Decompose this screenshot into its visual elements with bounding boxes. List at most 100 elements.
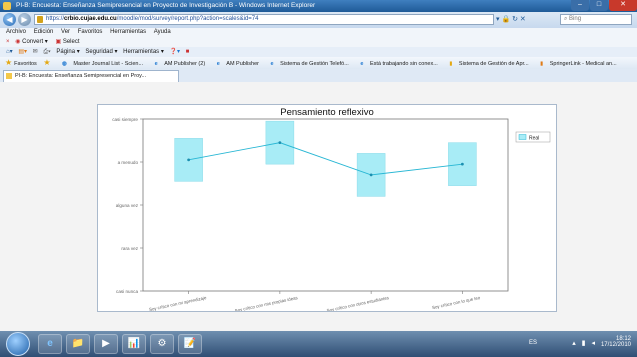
taskbar: e 📁 ▶ 📊 ⚙ 📝 ES ▴ ▮ ◂ 18:12 17/12/2010 [0, 331, 637, 357]
menu-archivo[interactable]: Archivo [6, 29, 26, 35]
command-bar: ⌂▾ ▤▾ ✉ ⎙▾ Página ▾ Seguridad ▾ Herramie… [0, 47, 637, 57]
menu-herramientas[interactable]: Herramientas [110, 29, 146, 35]
favorite-link-6[interactable]: ▮ Sistema de Gestión de Apr... [444, 61, 528, 67]
select-icon: ▣ [55, 39, 62, 45]
favorite-link-label: Master Journal List - Scien... [73, 61, 144, 67]
chart-panel: casi nunca rara vez alguna vez a menudo casi… [97, 104, 557, 312]
start-button[interactable] [6, 332, 30, 356]
taskbar-chart-icon[interactable]: 📊 [122, 334, 146, 354]
minimize-button[interactable]: – [571, 0, 589, 11]
clock-date: 17/12/2010 [600, 342, 631, 348]
language-indicator[interactable]: ES [529, 340, 537, 346]
taskbar-ie-icon[interactable]: e [38, 334, 62, 354]
ie-icon: e [154, 61, 160, 67]
convert-button[interactable]: Convert [22, 39, 43, 45]
select-button[interactable]: Select [63, 39, 80, 45]
favorite-link-7[interactable]: ▮ SpringerLink - Medical an... [535, 61, 617, 67]
url-prefix: https:// [46, 16, 65, 22]
url-host: crbio.cujae.edu.cu [64, 16, 117, 22]
favorite-link-3[interactable]: e AM Publisher [212, 61, 259, 67]
favorite-link-label: Sistema de Gestión Telefó... [280, 61, 349, 67]
search-input[interactable]: ⌕ Bing [560, 14, 632, 25]
tab-icon [6, 73, 12, 79]
x-tick-label: Soy crítico con otros estudiantes [326, 295, 390, 311]
menu-ayuda[interactable]: Ayuda [154, 29, 171, 35]
menu-ver[interactable]: Ver [61, 29, 70, 35]
clock[interactable]: 18:12 17/12/2010 [601, 331, 631, 357]
ie-icon: e [360, 61, 365, 67]
security-menu[interactable]: Seguridad ▾ [85, 49, 117, 55]
tab-bar: PI-B: Encuesta: Enseñanza Semipresencial… [0, 69, 637, 83]
favorite-link-label: Está trabajando sin conex... [369, 61, 438, 67]
addon-icon[interactable]: ■ [186, 49, 190, 55]
favorite-link-label: AM Publisher [226, 61, 259, 67]
tools-menu[interactable]: Herramientas ▾ [123, 49, 164, 55]
address-bar[interactable]: https://crbio.cujae.edu.cu/moodle/mod/su… [34, 14, 494, 25]
print-icon[interactable]: ⎙▾ [43, 49, 50, 55]
tab-label: PI-B: Encuesta: Enseñanza Semipresencial… [15, 73, 147, 79]
window-title-bar: PI-B: Encuesta: Enseñanza Semipresencial… [0, 0, 637, 12]
favorite-link-label: AM Publisher (2) [164, 61, 206, 67]
legend-label: Real [529, 135, 539, 141]
site-icon [37, 16, 43, 23]
ie-icon: e [270, 61, 276, 67]
data-point [187, 158, 191, 162]
link-icon: ◍ [62, 61, 69, 67]
forward-button[interactable]: ▶ [18, 13, 31, 26]
maximize-button[interactable]: □ [590, 0, 608, 11]
favorite-link-5[interactable]: e Está trabajando sin conex... [355, 61, 437, 67]
page-content: casi nunca rara vez alguna vez a menudo casi… [0, 82, 637, 331]
taskbar-editor-icon[interactable]: 📝 [178, 334, 202, 354]
survey-chart: casi nuncarara vezalguna veza menudocasi… [112, 117, 551, 311]
x-tick-label: Soy crítico con mis propias ideas [234, 295, 299, 311]
tab-encuesta[interactable]: PI-B: Encuesta: Enseñanza Semipresencial… [3, 70, 179, 82]
window-controls: – □ ✕ [570, 0, 637, 12]
navigation-bar: ◀ ▶ https://crbio.cujae.edu.cu/moodle/mo… [0, 12, 637, 28]
close-toolbar-icon[interactable]: × [6, 39, 10, 45]
favorites-star-icon[interactable]: ★ [5, 58, 12, 67]
help-icon[interactable]: ❓▾ [170, 49, 180, 55]
springer-icon: ▮ [540, 61, 545, 67]
mail-icon[interactable]: ✉ [33, 49, 38, 55]
add-favorite-icon[interactable]: ★ [43, 58, 50, 67]
page-menu[interactable]: Página ▾ [56, 49, 79, 55]
taskbar-explorer-icon[interactable]: 📁 [66, 334, 90, 354]
favorite-link-2[interactable]: e AM Publisher (2) [150, 61, 206, 67]
favorite-link-label: Sistema de Gestión de Apr... [458, 61, 529, 67]
data-point [278, 141, 282, 145]
ie-icon: e [216, 61, 222, 67]
y-tick-label: rara vez [121, 246, 138, 251]
menu-bar: Archivo Edición Ver Favoritos Herramient… [0, 28, 637, 37]
folder-icon: ▮ [449, 61, 454, 67]
y-tick-label: a menudo [118, 160, 139, 165]
tray-icons[interactable]: ▴ ▮ ◂ [572, 339, 597, 347]
data-point [460, 162, 464, 166]
home-icon[interactable]: ⌂▾ [6, 49, 13, 55]
window-title: PI-B: Encuesta: Enseñanza Semipresencial… [16, 2, 316, 9]
app-icon [3, 2, 11, 10]
y-tick-label: casi nunca [116, 289, 138, 294]
favorites-bar: ★ Favoritos ★ ◍ Master Journal List - Sci… [0, 57, 637, 69]
feeds-icon[interactable]: ▤▾ [18, 49, 27, 55]
menu-favoritos[interactable]: Favoritos [78, 29, 103, 35]
x-tick-label: Soy crítico con lo que leo [432, 295, 482, 310]
convert-dropdown-icon[interactable]: ▾ [43, 39, 48, 45]
menu-edicion[interactable]: Edición [34, 29, 54, 35]
favorite-link-label: SpringerLink - Medical an... [549, 61, 617, 67]
taskbar-media-icon[interactable]: ▶ [94, 334, 118, 354]
convert-toolbar: × ◉ Convert ▾ ▣ Select [0, 37, 637, 47]
taskbar-settings-icon[interactable]: ⚙ [150, 334, 174, 354]
y-tick-label: alguna vez [116, 203, 139, 208]
favorites-label[interactable]: Favoritos [14, 61, 37, 67]
pdf-icon: ◉ [15, 39, 21, 45]
url-path: /moodle/mod/survey/report.php?action=sca… [116, 16, 259, 22]
chart-title: Pensamiento reflexivo [280, 107, 374, 118]
close-button[interactable]: ✕ [609, 0, 637, 11]
search-placeholder: Bing [569, 16, 582, 22]
back-button[interactable]: ◀ [3, 13, 16, 26]
x-tick-label: Soy crítico con mi aprendizaje [148, 295, 207, 311]
favorite-link-1[interactable]: ◍ Master Journal List - Scien... [57, 61, 143, 67]
address-buttons[interactable]: ▾ 🔒 ↻ ✕ [496, 14, 556, 25]
legend-swatch [518, 134, 527, 140]
favorite-link-4[interactable]: e Sistema de Gestión Telefó... [266, 61, 349, 67]
